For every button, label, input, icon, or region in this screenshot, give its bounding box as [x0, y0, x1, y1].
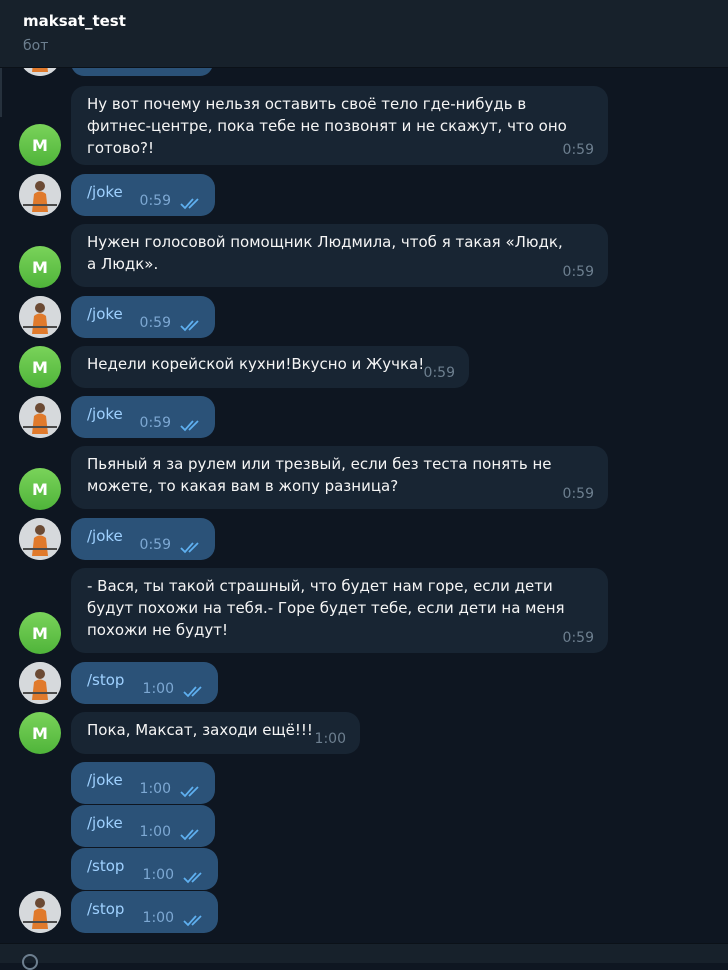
attach-icon[interactable]: [22, 954, 38, 970]
message-time: 0:59: [562, 264, 594, 280]
bot-avatar[interactable]: M: [19, 346, 61, 388]
message-bubble-incoming[interactable]: Пьяный я за рулем или трезвый, если без …: [71, 446, 608, 509]
user-avatar[interactable]: [19, 174, 61, 216]
message-bubble-outgoing[interactable]: /joke 1:00: [71, 805, 215, 847]
message-time: 0:59: [423, 365, 455, 381]
message-time: 1:00: [142, 910, 174, 926]
message-text: Недели корейской кухни!Вкусно и Жучка!: [87, 355, 425, 373]
message-bubble-outgoing[interactable]: /joke 0:59: [71, 396, 215, 438]
user-avatar[interactable]: [19, 396, 61, 438]
user-avatar[interactable]: [19, 662, 61, 704]
double-check-icon: [183, 872, 202, 884]
message-bubble-incoming[interactable]: Ну вот почему нельзя оставить своё тело …: [71, 86, 608, 165]
message-composer[interactable]: [0, 943, 728, 970]
message-bubble-outgoing[interactable]: /joke 1:00: [71, 762, 215, 804]
message-bubble-incoming[interactable]: Нужен голосовой помощник Людмила, чтоб я…: [71, 224, 608, 287]
message-time: 1:00: [142, 867, 174, 883]
message-bubble-incoming[interactable]: Недели корейской кухни!Вкусно и Жучка! 0…: [71, 346, 469, 388]
bot-avatar[interactable]: M: [19, 124, 61, 166]
message-bubble-outgoing[interactable]: /stop 1:00: [71, 891, 218, 933]
bot-avatar[interactable]: M: [19, 468, 61, 510]
message-time: 0:59: [139, 537, 171, 553]
chat-area: M Ну вот почему нельзя оставить своё тел…: [0, 0, 728, 962]
double-check-icon: [180, 829, 199, 841]
message-time: 1:00: [142, 681, 174, 697]
message-time: 1:00: [139, 781, 171, 797]
double-check-icon: [180, 198, 199, 210]
message-bubble-incoming[interactable]: Пока, Максат, заходи ещё!!! 1:00: [71, 712, 360, 754]
message-time: 0:59: [562, 486, 594, 502]
message-bubble-outgoing[interactable]: /stop 1:00: [71, 848, 218, 890]
double-check-icon: [180, 420, 199, 432]
message-text: - Вася, ты такой страшный, что будет нам…: [87, 577, 565, 639]
chat-header[interactable]: maksat_test бот: [0, 0, 728, 68]
bot-avatar[interactable]: M: [19, 246, 61, 288]
message-text: Пьяный я за рулем или трезвый, если без …: [87, 455, 552, 495]
message-bubble-outgoing[interactable]: /stop 1:00: [71, 662, 218, 704]
message-time: 0:59: [139, 193, 171, 209]
message-time: 1:00: [139, 824, 171, 840]
message-time: 1:00: [314, 731, 346, 747]
message-bubble-outgoing[interactable]: /joke 0:59: [71, 296, 215, 338]
message-time: 0:59: [139, 415, 171, 431]
user-avatar[interactable]: [19, 891, 61, 933]
chat-status: бот: [23, 38, 49, 54]
message-time: 0:59: [139, 315, 171, 331]
message-text: Пока, Максат, заходи ещё!!!: [87, 721, 313, 739]
message-bubble-outgoing[interactable]: /joke 0:59: [71, 518, 215, 560]
double-check-icon: [180, 786, 199, 798]
message-bubble-incoming[interactable]: - Вася, ты такой страшный, что будет нам…: [71, 568, 608, 653]
message-text: Нужен голосовой помощник Людмила, чтоб я…: [87, 233, 563, 273]
bot-avatar[interactable]: M: [19, 612, 61, 654]
double-check-icon: [180, 320, 199, 332]
message-time: 0:59: [562, 630, 594, 646]
double-check-icon: [180, 542, 199, 554]
user-avatar[interactable]: [19, 518, 61, 560]
double-check-icon: [183, 915, 202, 927]
chat-title: maksat_test: [23, 12, 126, 30]
bot-avatar[interactable]: M: [19, 712, 61, 754]
double-check-icon: [183, 686, 202, 698]
user-avatar[interactable]: [19, 296, 61, 338]
message-text: Ну вот почему нельзя оставить своё тело …: [87, 95, 567, 157]
message-bubble-outgoing[interactable]: /joke 0:59: [71, 174, 215, 216]
message-time: 0:59: [562, 142, 594, 158]
scroll-edge: [0, 67, 2, 117]
